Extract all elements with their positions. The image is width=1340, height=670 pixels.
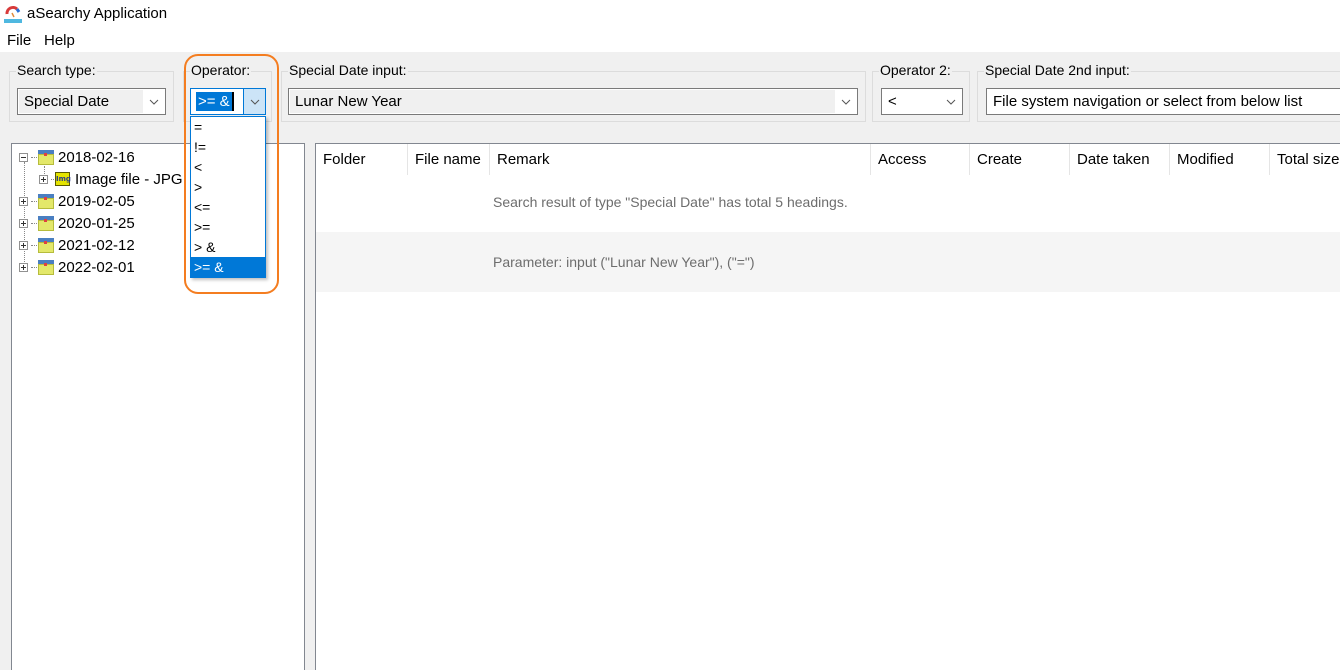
operator-option[interactable]: = — [191, 117, 265, 137]
chevron-down-icon[interactable] — [940, 89, 962, 114]
special-date-2nd-input-field[interactable]: File system navigation or select from be… — [986, 88, 1340, 115]
search-type-select[interactable]: Special Date — [17, 88, 166, 115]
tree-node-label: Image file - JPG — [75, 170, 183, 188]
menu-file[interactable]: File — [7, 32, 31, 49]
calendar-icon — [38, 237, 54, 253]
operator2-label: Operator 2: — [879, 62, 952, 78]
operator-select[interactable]: >= & — [190, 88, 266, 115]
operator-option-selected[interactable]: >= & — [191, 257, 265, 277]
jpg-file-icon: Img — [55, 172, 71, 186]
chevron-down-icon[interactable] — [243, 89, 265, 114]
table-row[interactable]: Parameter: input ("Lunar New Year"), ("=… — [316, 232, 1340, 292]
search-type-label: Search type: — [16, 62, 97, 78]
special-date-input-select[interactable]: Lunar New Year — [288, 88, 858, 115]
tree-node[interactable]: 2021-02-12 — [19, 235, 135, 255]
list-header: Folder File name Remark Access Create Da… — [316, 144, 1340, 175]
column-header-remark[interactable]: Remark — [490, 144, 871, 175]
expand-icon[interactable] — [39, 174, 48, 184]
special-date-input-label: Special Date input: — [288, 62, 408, 78]
expand-icon[interactable] — [19, 218, 28, 228]
calendar-icon — [38, 259, 54, 275]
expand-icon[interactable] — [19, 240, 28, 250]
menu-bar: File Help — [0, 28, 1340, 52]
tree-node-label: 2021-02-12 — [58, 236, 135, 254]
results-list[interactable]: Folder File name Remark Access Create Da… — [315, 143, 1340, 670]
expand-icon[interactable] — [19, 262, 28, 272]
chevron-down-icon[interactable] — [143, 89, 165, 114]
operator-option[interactable]: <= — [191, 197, 265, 217]
row-remark: Parameter: input ("Lunar New Year"), ("=… — [493, 254, 755, 270]
operator-label: Operator: — [190, 62, 252, 78]
calendar-icon — [38, 215, 54, 231]
window-title: aSearchy Application — [27, 5, 168, 22]
row-remark: Search result of type "Special Date" has… — [493, 194, 848, 210]
tree-node-child[interactable]: Img Image file - JPG — [39, 169, 183, 189]
column-header-total-size[interactable]: Total size — [1270, 144, 1340, 175]
column-header-date-taken[interactable]: Date taken — [1070, 144, 1170, 175]
tree-node[interactable]: 2022-02-01 — [19, 257, 135, 277]
column-header-access[interactable]: Access — [870, 144, 970, 175]
column-header-file-name[interactable]: File name — [408, 144, 490, 175]
search-type-value: Special Date — [19, 90, 143, 113]
expand-icon[interactable] — [19, 196, 28, 206]
title-bar: aSearchy Application — [0, 0, 1340, 28]
menu-help[interactable]: Help — [44, 32, 75, 49]
tree-node[interactable]: 2020-01-25 — [19, 213, 135, 233]
table-row[interactable]: Search result of type "Special Date" has… — [316, 172, 1340, 232]
tree-node[interactable]: 2018-02-16 — [19, 147, 135, 167]
calendar-icon — [38, 193, 54, 209]
special-date-2nd-input-label: Special Date 2nd input: — [984, 62, 1131, 78]
collapse-icon[interactable] — [19, 152, 28, 162]
operator-option[interactable]: >= — [191, 217, 265, 237]
operator2-select[interactable]: < — [881, 88, 963, 115]
operator-option[interactable]: < — [191, 157, 265, 177]
tree-node[interactable]: 2019-02-05 — [19, 191, 135, 211]
tree-node-label: 2019-02-05 — [58, 192, 135, 210]
column-header-create[interactable]: Create — [970, 144, 1070, 175]
operator-option[interactable]: > & — [191, 237, 265, 257]
tree-node-label: 2018-02-16 — [58, 148, 135, 166]
column-header-modified[interactable]: Modified — [1170, 144, 1270, 175]
operator-option[interactable]: > — [191, 177, 265, 197]
chevron-down-icon[interactable] — [835, 89, 857, 114]
special-date-input-value: Lunar New Year — [290, 90, 835, 113]
operator-dropdown-list[interactable]: = != < > <= >= > & >= & — [190, 116, 266, 278]
tree-node-label: 2020-01-25 — [58, 214, 135, 232]
operator-value: >= & — [196, 92, 234, 111]
special-date-2nd-input-placeholder: File system navigation or select from be… — [988, 90, 1340, 113]
app-logo-icon — [4, 6, 22, 23]
calendar-icon — [38, 149, 54, 165]
tree-node-label: 2022-02-01 — [58, 258, 135, 276]
column-header-folder[interactable]: Folder — [316, 144, 408, 175]
operator-option[interactable]: != — [191, 137, 265, 157]
operator2-value: < — [883, 90, 940, 113]
